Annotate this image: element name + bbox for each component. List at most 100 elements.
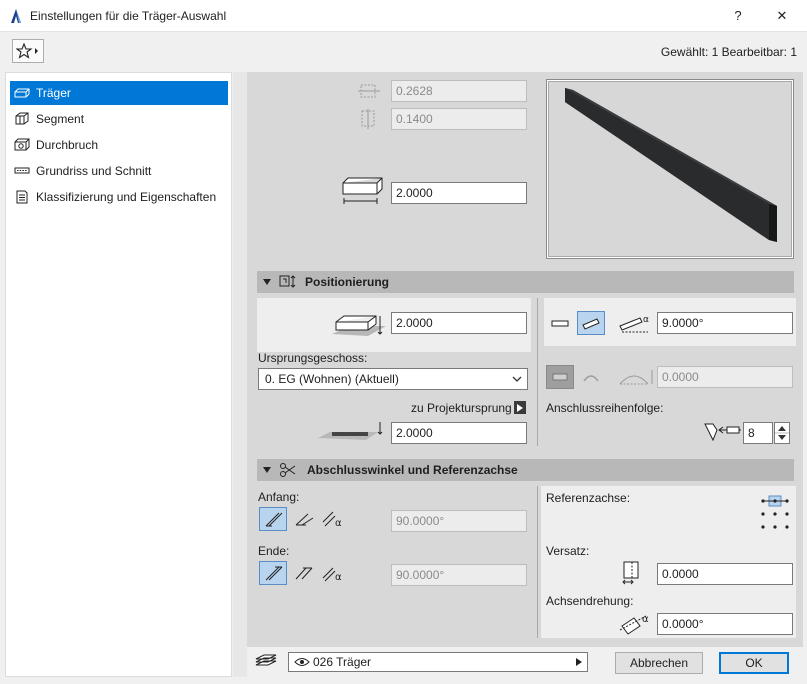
favorites-button[interactable] [12, 39, 44, 63]
floorplan-section-icon [14, 167, 30, 174]
star-icon [16, 43, 38, 59]
priority-field[interactable]: 8 [743, 422, 773, 444]
sidebar-item-durchbruch[interactable]: Durchbruch [10, 133, 228, 157]
slant-angle-field[interactable]: 9.0000° [657, 312, 793, 334]
straight-beam-button[interactable] [546, 365, 574, 389]
chevron-right-icon [517, 403, 523, 412]
collapse-triangle-icon [263, 467, 271, 473]
divider [537, 298, 538, 446]
sidebar-item-klassifizierung[interactable]: Klassifizierung und Eigenschaften [10, 185, 228, 209]
sidebar-item-label: Träger [36, 86, 71, 100]
chevron-right-icon [576, 658, 582, 666]
classification-icon [16, 190, 28, 204]
sidebar: Träger Segment Durchbruch Grundriss und … [5, 72, 232, 677]
svg-text:α: α [642, 614, 649, 625]
start-perpendicular-button[interactable] [259, 507, 287, 531]
end-cut-scissors-icon [280, 463, 296, 477]
archicad-logo-icon [11, 9, 21, 23]
slant-angle-icon: α [619, 315, 649, 333]
slanted-beam-icon [582, 318, 600, 330]
width-dimension-icon [358, 84, 380, 98]
start-angle-field[interactable]: 90.0000° [391, 510, 527, 532]
horizontal-beam-button[interactable] [546, 311, 574, 335]
offset-field[interactable]: 2.0000 [391, 312, 527, 334]
stepper-arrows-icon [775, 426, 789, 440]
sidebar-item-label: Klassifizierung und Eigenschaften [36, 190, 217, 204]
sidebar-item-segment[interactable]: Segment [10, 107, 228, 131]
arc-height-icon [619, 370, 653, 385]
axis-offset-label: Versatz: [546, 544, 590, 558]
svg-text:α: α [643, 315, 649, 325]
ok-button[interactable]: OK [719, 652, 789, 674]
height-dimension-icon [361, 109, 375, 129]
home-story-dropdown[interactable]: 0. EG (Wohnen) (Aktuell) [258, 368, 528, 390]
sidebar-scroll-gap [233, 72, 247, 677]
help-button[interactable]: ? [716, 0, 760, 32]
slanted-beam-button[interactable] [577, 311, 605, 335]
perpendicular-cut-icon [265, 512, 283, 527]
straight-beam-icon [552, 373, 568, 381]
height-field[interactable]: 0.1400 [391, 108, 527, 130]
axis-offset-field[interactable]: 0.0000 [657, 563, 793, 585]
beam-length-icon [342, 177, 383, 204]
beam-offset-icon [332, 315, 386, 336]
project-zero-toggle[interactable] [514, 401, 526, 414]
selection-info: Gewählt: 1 Bearbeitbar: 1 [660, 45, 797, 59]
horizontal-cut-icon [295, 513, 314, 526]
priority-stepper[interactable] [774, 422, 790, 444]
curved-beam-button[interactable] [577, 365, 605, 389]
horizontal-cut-icon [295, 567, 313, 580]
end-custom-angle-button[interactable]: α [319, 561, 347, 585]
end-cuts-section-title: Abschlusswinkel und Referenzachse [307, 463, 518, 477]
start-custom-angle-button[interactable]: α [319, 507, 347, 531]
axis-rotation-icon: α [619, 614, 649, 635]
reference-axis-grid[interactable] [757, 492, 793, 534]
axis-rotation-field[interactable]: 0.0000° [657, 613, 793, 635]
segment-icon [15, 112, 29, 125]
home-story-label: Ursprungsgeschoss: [258, 351, 368, 365]
priority-label: Anschlussreihenfolge: [546, 401, 664, 415]
axis-offset-icon [622, 561, 639, 585]
chevron-down-icon [512, 376, 522, 382]
beam-3d-preview-image [565, 88, 777, 242]
sidebar-item-grundriss-und-schnitt[interactable]: Grundriss und Schnitt [10, 159, 228, 183]
axis-rotation-label: Achsendrehung: [546, 594, 634, 608]
sidebar-item-traeger[interactable]: Träger [10, 81, 228, 105]
window-title: Einstellungen für die Träger-Auswahl [30, 9, 227, 23]
start-horizontal-cut-button[interactable] [290, 507, 318, 531]
positioning-icon [279, 275, 296, 288]
reference-axis-label: Referenzachse: [546, 491, 631, 505]
divider [537, 486, 538, 638]
close-button[interactable]: ✕ [760, 0, 804, 32]
layer-stack-icon [255, 654, 277, 666]
end-angle-field[interactable]: 90.0000° [391, 564, 527, 586]
title-bar: Einstellungen für die Träger-Auswahl ? ✕ [0, 0, 807, 32]
beam-icon [14, 88, 30, 98]
beam-preview[interactable] [546, 79, 794, 259]
positioning-section-header[interactable]: Positionierung [257, 271, 794, 293]
start-label: Anfang: [258, 490, 300, 504]
end-perpendicular-button[interactable] [259, 561, 287, 585]
end-horizontal-cut-button[interactable] [290, 561, 318, 585]
collapse-triangle-icon [263, 279, 271, 285]
length-field[interactable]: 2.0000 [391, 182, 527, 204]
home-story-value: 0. EG (Wohnen) (Aktuell) [265, 372, 399, 386]
hole-icon [14, 138, 30, 151]
custom-angle-cut-icon: α [322, 567, 342, 582]
cancel-button[interactable]: Abbrechen [615, 652, 703, 674]
end-cuts-section-header[interactable]: Abschlusswinkel und Referenzachse [257, 459, 794, 481]
width-field[interactable]: 0.2628 [391, 80, 527, 102]
positioning-section-title: Positionierung [305, 275, 389, 289]
arc-height-field[interactable]: 0.0000 [657, 366, 793, 388]
sidebar-item-label: Durchbruch [36, 138, 99, 152]
end-label: Ende: [258, 544, 290, 558]
sidebar-item-label: Grundriss und Schnitt [36, 164, 152, 178]
layer-dropdown[interactable]: 026 Träger [288, 652, 588, 672]
project-zero-label: zu Projektursprung [411, 401, 512, 415]
junction-priority-icon [704, 423, 741, 442]
project-zero-field[interactable]: 2.0000 [391, 422, 527, 444]
horizontal-beam-icon [551, 320, 569, 327]
custom-angle-cut-icon: α [322, 511, 342, 528]
curved-beam-icon [583, 375, 599, 382]
project-zero-icon [318, 422, 383, 440]
